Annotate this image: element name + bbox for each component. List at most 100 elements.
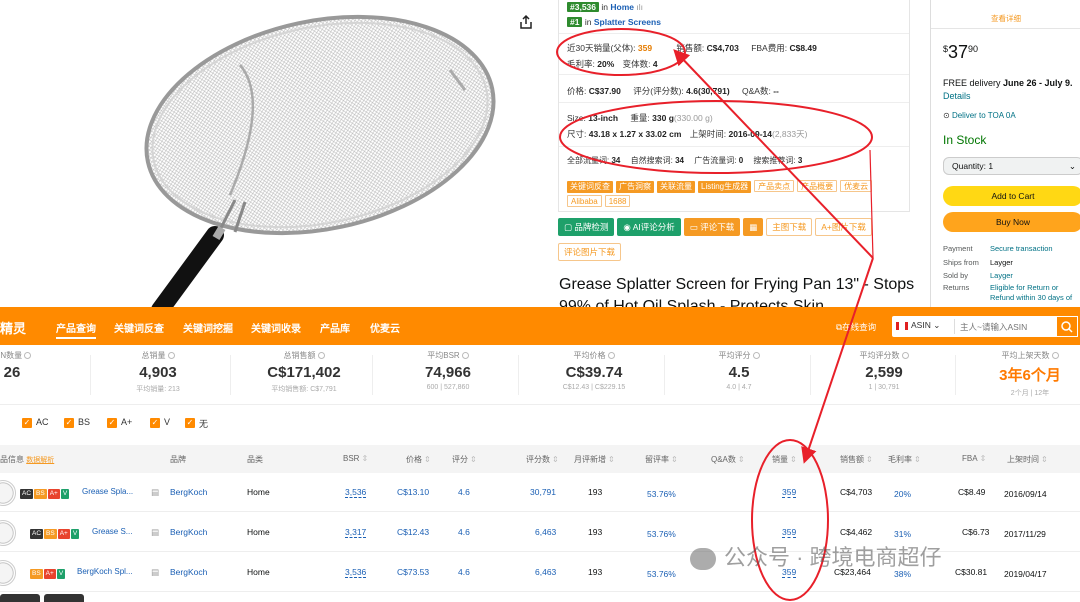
aplus-image-download-button[interactable]: A+图片下载 (815, 218, 872, 236)
filter-checkbox-none[interactable]: ✓ (185, 418, 195, 428)
data-analysis-link[interactable]: 数据解析 (26, 457, 54, 464)
buy-now-button[interactable]: Buy Now (943, 212, 1080, 232)
category-cell: Home (247, 487, 270, 497)
col-price[interactable]: 价格 ⇕ (406, 454, 431, 465)
filter-checkbox-ac[interactable]: ✓ (22, 418, 32, 428)
brand-link[interactable]: BergKoch (170, 487, 207, 497)
asin-search-input[interactable] (960, 316, 1052, 337)
col-listed-date[interactable]: 上架时间 ⇕ (1007, 454, 1048, 465)
product-image[interactable] (120, 10, 520, 310)
ai-review-button[interactable]: ◉ AI评论分析 (617, 218, 681, 236)
nav-item-keyword-reverse[interactable]: 关键词反查 (114, 320, 164, 335)
col-margin[interactable]: 毛利率 ⇕ (888, 454, 921, 465)
col-fba[interactable]: FBA ⇕ (962, 454, 986, 463)
nav-item-youmaiyun[interactable]: 优麦云 (370, 320, 400, 335)
tag-youmaiyun[interactable]: 优麦云 (840, 180, 873, 192)
details-link[interactable]: Details (943, 91, 971, 101)
tag-related-traffic[interactable]: 关联流量 (657, 181, 695, 193)
deliver-to-link[interactable]: ⊙ Deliver to TOA 0A (943, 111, 1016, 120)
brand-link[interactable]: BergKoch (170, 567, 207, 577)
review-download-button[interactable]: ▭ 评论下载 (683, 218, 741, 236)
divider (559, 102, 909, 103)
product-thumbnail[interactable] (0, 520, 16, 546)
nav-item-product-library[interactable]: 产品库 (320, 320, 350, 335)
tag-1688[interactable]: 1688 (604, 195, 631, 207)
tag-product-summary[interactable]: 产品概要 (797, 180, 838, 192)
kw-suggest-value[interactable]: 3 (798, 156, 802, 165)
quantity-select[interactable]: Quantity: 1 ⌄ (943, 157, 1080, 175)
product-thumbnail[interactable] (0, 560, 16, 586)
tag-alibaba[interactable]: Alibaba (567, 195, 602, 207)
app-logo[interactable]: 精灵 (0, 318, 26, 337)
product-name-link[interactable]: BergKoch Spl... (77, 567, 133, 576)
review-image-download-button[interactable]: 评论图片下载 (558, 243, 622, 261)
sales30-value: 359 (637, 43, 653, 53)
sales-link[interactable]: 359 (782, 487, 797, 498)
label: 上架时间: (689, 129, 727, 139)
margin-cell: 31% (894, 529, 912, 539)
divider (810, 355, 811, 395)
share-icon[interactable] (518, 14, 534, 30)
seller-link[interactable]: Layger (990, 271, 1013, 280)
filter-label: 无 (199, 419, 209, 429)
col-reviews[interactable]: 评分数 ⇕ (526, 454, 559, 465)
calculator-icon[interactable]: ▦ (743, 218, 764, 236)
product-name-link[interactable]: Grease Spla... (82, 487, 133, 496)
online-query-link[interactable]: ⧉在线查询 (836, 321, 876, 333)
chart-icon[interactable]: ılı (636, 2, 643, 12)
seller-meta: Payment Secure transaction Ships from Layg… (943, 242, 1072, 303)
returns-link[interactable]: Eligible for Return or Refund within 30 d… (990, 283, 1072, 303)
filter-checkbox-v[interactable]: ✓ (150, 418, 160, 428)
tag-listing-generator[interactable]: Listing生成器 (698, 181, 752, 193)
nav-item-keyword-mining[interactable]: 关键词挖掘 (183, 320, 233, 335)
filter-checkbox-aplus[interactable]: ✓ (107, 418, 117, 428)
rank-in: in (584, 17, 592, 27)
tag-selling-points[interactable]: 产品卖点 (754, 180, 795, 192)
product-thumbnail[interactable] (0, 480, 16, 506)
marketplace-select[interactable]: ASIN ⌄ (896, 320, 940, 331)
main-image-download-button[interactable]: 主图下载 (766, 218, 813, 236)
bsr-link[interactable]: 3,536 (345, 487, 367, 498)
kw-ad-value[interactable]: 0 (739, 156, 743, 165)
brand-check-button[interactable]: ▢ 品牌检测 (558, 218, 615, 236)
aplus-badge: A+ (47, 489, 60, 499)
rank-category-link[interactable]: Splatter Screens (594, 17, 661, 27)
col-sales[interactable]: 销量 ⇕ (772, 454, 797, 465)
search-button[interactable] (1056, 316, 1078, 337)
bottom-control[interactable] (0, 594, 40, 602)
stat-sub: 平均销售额: C$7,791 (271, 386, 337, 393)
col-bsr[interactable]: BSR ⇕ (343, 454, 368, 463)
price-cell: C$12.43 (397, 527, 430, 537)
col-revenue[interactable]: 销售额 ⇕ (840, 454, 873, 465)
filter-checkbox-bs[interactable]: ✓ (64, 418, 74, 428)
shield-icon: ▢ (564, 222, 575, 232)
kw-organic-value[interactable]: 34 (675, 156, 684, 165)
tag-keyword-reverse[interactable]: 关键词反查 (567, 181, 613, 193)
col-qa[interactable]: Q&A数 ⇕ (711, 454, 745, 465)
nav-item-keyword-index[interactable]: 关键词收录 (251, 320, 301, 335)
rank-category-link[interactable]: Home (610, 2, 634, 12)
secure-transaction-link[interactable]: Secure transaction (990, 244, 1053, 253)
col-review-rate[interactable]: 留评率 ⇕ (645, 454, 678, 465)
add-to-cart-button[interactable]: Add to Cart (943, 186, 1080, 206)
tag-ad-insight[interactable]: 广告洞察 (616, 181, 654, 193)
view-details-link[interactable]: 查看详细 (931, 0, 1080, 29)
bsr-link[interactable]: 3,536 (345, 567, 367, 578)
delivery-prefix: FREE delivery (943, 78, 1001, 88)
col-monthly-new[interactable]: 月评新增 ⇕ (574, 454, 615, 465)
table-row[interactable]: AC BS A+ V Grease Spla... ▤ BergKoch Home 3… (0, 473, 1080, 512)
nav-item-product-query[interactable]: 产品查询 (56, 320, 96, 339)
category-cell: Home (247, 567, 270, 577)
delivery-dates: June 26 - July 9. (1003, 78, 1073, 88)
label: Returns (943, 282, 970, 292)
brand-link[interactable]: BergKoch (170, 527, 207, 537)
bottom-control[interactable] (44, 594, 84, 602)
weight-value: 330 g (652, 113, 674, 123)
divider (230, 355, 231, 395)
col-rating[interactable]: 评分 ⇕ (452, 454, 477, 465)
product-name-link[interactable]: Grease S... (92, 527, 132, 536)
bsr-link[interactable]: 3,317 (345, 527, 367, 538)
label: FBA费用: (751, 43, 788, 53)
sales-link[interactable]: 359 (782, 527, 797, 538)
kw-all-value[interactable]: 34 (611, 156, 620, 165)
